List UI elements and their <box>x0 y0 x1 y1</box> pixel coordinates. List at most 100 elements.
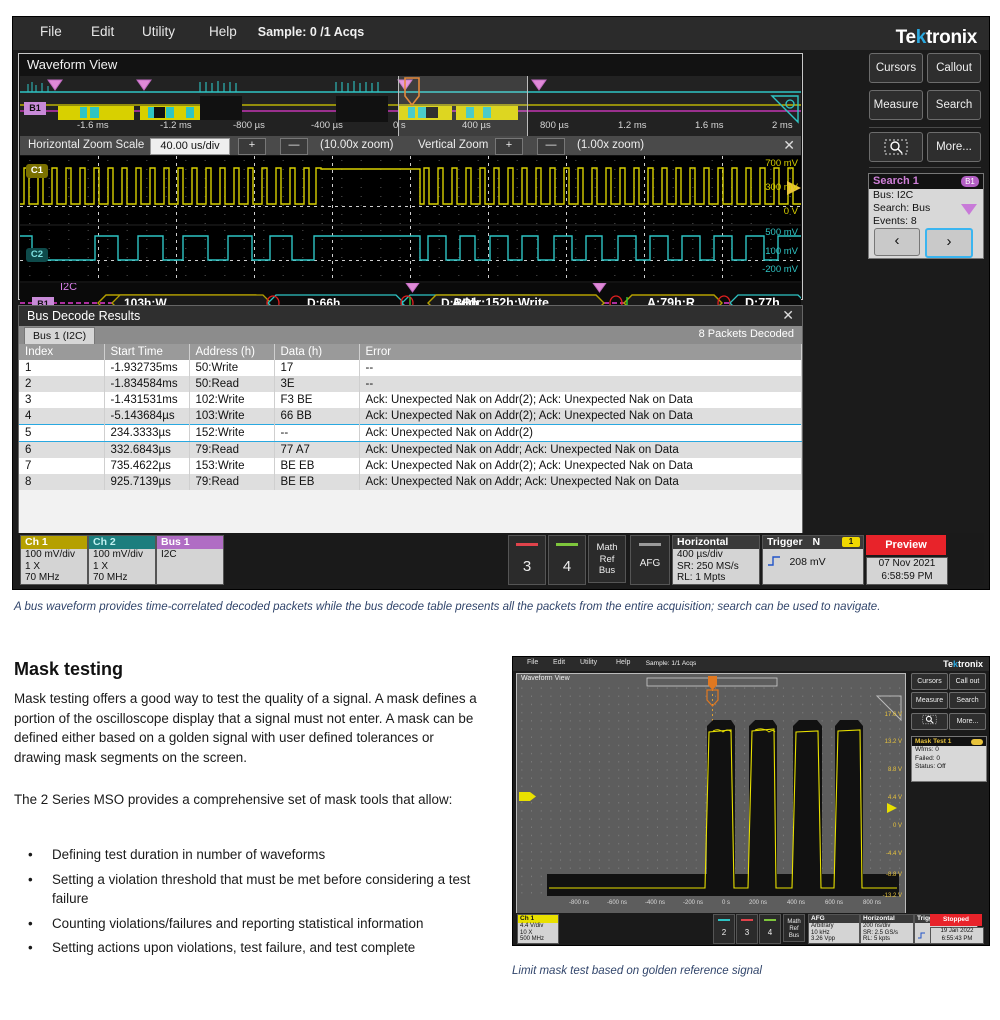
mask-ch3-button[interactable]: 3 <box>736 914 758 944</box>
close-bus-decode-icon[interactable]: ✕ <box>782 307 794 324</box>
mask-search-button[interactable]: Search <box>949 692 986 709</box>
ch2-settings-badge[interactable]: Ch 2 100 mV/div 1 X 70 MHz <box>88 535 156 585</box>
mask-more-button[interactable]: More... <box>949 713 986 730</box>
mask-math-label: Math <box>787 919 801 925</box>
channel1-graticule[interactable]: C1 700 mV 300 mV 0 V <box>20 156 801 224</box>
close-zoom-icon[interactable]: ✕ <box>783 137 795 154</box>
ch3-button[interactable]: 3 <box>508 535 546 585</box>
ch1-settings-badge[interactable]: Ch 1 100 mV/div 1 X 70 MHz <box>20 535 88 585</box>
table-row[interactable]: 2 -1.834584ms 50:Read 3E -- <box>19 376 802 392</box>
h-zoom-increase-button[interactable]: + <box>238 138 266 155</box>
h-zoom-decrease-button[interactable]: — <box>280 138 308 155</box>
mask-measure-button[interactable]: Measure <box>911 692 948 709</box>
mask-failed: Failed: 0 <box>915 754 940 762</box>
waveform-overview[interactable]: B1 -1.6 ms -1.2 ms -800 µs -400 µs 0 s 4… <box>20 76 801 136</box>
bus-decode-table: Index Start Time Address (h) Data (h) Er… <box>19 344 802 490</box>
ch1-name: Ch 1 <box>21 536 87 549</box>
search-events-line: Events: 8 <box>873 215 917 227</box>
col-start[interactable]: Start Time <box>104 344 190 360</box>
bus1-settings-badge[interactable]: Bus 1 I2C <box>156 535 224 585</box>
table-row[interactable]: 8 925.7139µs 79:Read BE EB Ack: Unexpected N… <box>19 474 802 490</box>
channel2-graticule[interactable]: C2 500 mV 100 mV -200 mV <box>20 226 801 281</box>
table-header-row: Index Start Time Address (h) Data (h) Er… <box>19 344 802 360</box>
table-row[interactable]: 7 735.4622µs 153:Write BE EB Ack: Unexpected… <box>19 458 802 474</box>
v-zoom-decrease-button[interactable]: — <box>537 138 565 155</box>
overview-tick-4: 0 s <box>393 120 406 131</box>
bus-tab-bus1[interactable]: Bus 1 (I2C) <box>24 327 96 344</box>
col-data[interactable]: Data (h) <box>274 344 360 360</box>
trigger-settings-badge[interactable]: Trigger N 1 208 mV <box>762 535 864 585</box>
cell-error: Ack: Unexpected Nak on Addr(2); Ack: Une… <box>359 408 802 425</box>
mask-ch1-settings-badge[interactable]: Ch 1 4.4 V/div 10 X 500 MHz <box>517 914 559 944</box>
mask-time-tick-7: 600 ns <box>825 900 844 906</box>
mask-ch4-button[interactable]: 4 <box>759 914 781 944</box>
mask-waveform-view[interactable]: Waveform View 17.6 V 13.2 V 8.8 V 4.4 V … <box>516 673 906 915</box>
col-error[interactable]: Error <box>359 344 802 360</box>
table-row[interactable]: 3 -1.431531ms 102:Write F3 BE Ack: Unexpecte… <box>19 392 802 408</box>
horizontal-settings-badge[interactable]: Horizontal 400 µs/div SR: 250 MS/s RL: 1… <box>672 535 760 585</box>
more-button[interactable]: More... <box>927 132 981 162</box>
cell-data: 66 BB <box>274 408 360 425</box>
mask-bottom-status-bar: Ch 1 4.4 V/div 10 X 500 MHz 2 3 4 Math R… <box>516 913 986 944</box>
horizontal-zoom-scale-value[interactable]: 40.00 us/div <box>150 138 230 155</box>
mask-callout-button[interactable]: Call out <box>949 673 986 690</box>
cell-address: 102:Write <box>189 392 275 408</box>
mask-ch3-number: 3 <box>744 928 750 937</box>
cell-address: 103:Write <box>189 408 275 425</box>
mask-zoom-select-button[interactable] <box>911 713 948 730</box>
zoom-select-icon-button[interactable] <box>869 132 923 162</box>
math-ref-bus-button[interactable]: Math Ref Bus <box>588 535 626 583</box>
cell-start: -1.431531ms <box>104 392 190 408</box>
col-index[interactable]: Index <box>19 344 105 360</box>
mask-ch2-number: 2 <box>721 928 727 937</box>
table-row[interactable]: 6 332.6843µs 79:Read 77 A7 Ack: Unexpected N… <box>19 441 802 458</box>
channel1-badge[interactable]: C1 <box>26 164 48 178</box>
table-row[interactable]: 4 -5.143684µs 103:Write 66 BB Ack: Unexpecte… <box>19 408 802 425</box>
mask-ch4-number: 4 <box>767 928 773 937</box>
acquisition-status: Sample: 0 /1 Acqs <box>257 25 365 39</box>
mask-v-label-6: -8.8 V <box>885 872 902 878</box>
cell-address: 50:Read <box>189 376 275 392</box>
channel2-badge[interactable]: C2 <box>26 248 48 262</box>
table-row-selected[interactable]: 5 234.3333µs 152:Write -- Ack: Unexpected Na… <box>19 424 802 442</box>
cell-address: 152:Write <box>189 424 275 442</box>
search-results-panel: Search 1 B1 Bus: I2C Search: Bus Events:… <box>868 173 984 259</box>
search-prev-button[interactable]: ‹ <box>874 228 920 256</box>
search-button[interactable]: Search <box>927 90 981 120</box>
overview-bus-badge[interactable]: B1 <box>24 102 46 115</box>
date-text: 07 Nov 2021 <box>878 558 936 569</box>
preview-status-button[interactable]: Preview <box>866 535 946 555</box>
measure-button[interactable]: Measure <box>869 90 923 120</box>
table-row[interactable]: 1 -1.932735ms 50:Write 17 -- <box>19 360 802 376</box>
math-label: Math <box>596 542 618 553</box>
mask-stopped-status-button[interactable]: Stopped <box>930 914 982 926</box>
afg-button[interactable]: AFG <box>630 535 670 585</box>
search-next-button[interactable]: › <box>925 228 973 258</box>
search-marker-icon <box>961 204 977 215</box>
cell-start: 332.6843µs <box>104 441 190 458</box>
channel1-level-0: 700 mV <box>765 158 798 169</box>
bus-protocol-label: I2C <box>60 283 78 293</box>
mask-v-label-5: -4.4 V <box>885 851 902 857</box>
cursors-button[interactable]: Cursors <box>869 53 923 83</box>
afg-label: AFG <box>639 558 661 569</box>
bus1-protocol: I2C <box>161 549 177 560</box>
v-zoom-increase-button[interactable]: + <box>495 138 523 155</box>
ch2-bandwidth: 70 MHz <box>93 572 128 584</box>
mask-ch2-button[interactable]: 2 <box>713 914 735 944</box>
ch4-button[interactable]: 4 <box>548 535 586 585</box>
mask-cursors-button[interactable]: Cursors <box>911 673 948 690</box>
mask-afg-settings-badge[interactable]: AFG Arbitrary 10 kHz 3.26 Vpp <box>808 914 860 944</box>
overview-tick-8: 1.6 ms <box>695 120 724 131</box>
mask-time-tick-4: 0 s <box>722 900 731 906</box>
oscilloscope-screenshot-mask-test: File Edit Utility Help Sample: 1/1 Acqs … <box>512 656 990 946</box>
overview-tick-9: 2 ms <box>772 120 793 131</box>
search-panel-bus-badge: B1 <box>961 176 979 187</box>
mask-time-tick-1: -600 ns <box>607 900 628 906</box>
mask-horizontal-settings-badge[interactable]: Horizontal 200 ns/div SR: 2.5 GS/s RL: 5… <box>860 914 914 944</box>
mask-math-ref-bus-button[interactable]: Math Ref Bus <box>783 914 805 942</box>
callout-button[interactable]: Callout <box>927 53 981 83</box>
mask-v-label-7: -13.2 V <box>882 893 902 899</box>
ch1-bandwidth: 70 MHz <box>25 572 60 584</box>
col-address[interactable]: Address (h) <box>189 344 275 360</box>
